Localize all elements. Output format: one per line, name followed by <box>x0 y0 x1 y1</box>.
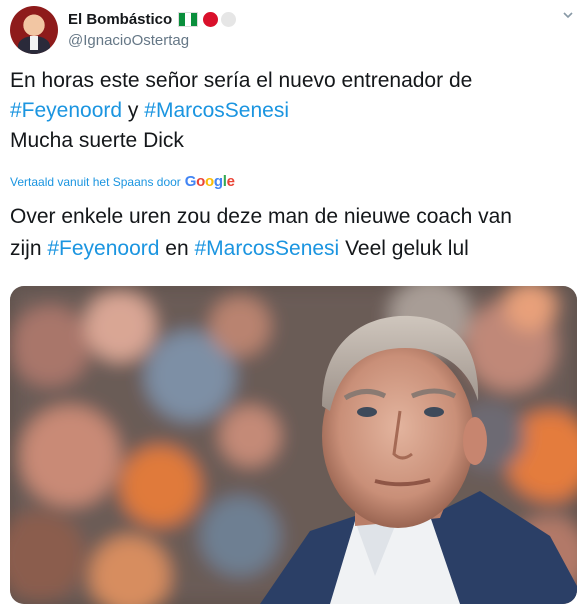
nigeria-flag-icon <box>178 11 199 27</box>
hashtag-link[interactable]: #Feyenoord <box>47 237 159 260</box>
translated-connector: en <box>165 237 189 260</box>
translated-line-1: Over enkele uren zou deze man de nieuwe … <box>10 205 512 228</box>
translated-suffix: Veel geluk lul <box>345 237 469 260</box>
flag-stripe-right <box>191 12 198 26</box>
chevron-down-icon[interactable] <box>563 10 573 20</box>
white-circle-icon <box>221 11 237 27</box>
translated-prefix: zijn <box>10 237 42 260</box>
translated-text: Over enkele uren zou deze man de nieuwe … <box>10 201 575 265</box>
google-logo: Google <box>184 173 235 190</box>
hashtag-link[interactable]: #Feyenoord <box>10 99 122 122</box>
translated-line-2: zijn #Feyenoord en #MarcosSenesi Veel ge… <box>10 233 575 265</box>
hashtag-link[interactable]: #MarcosSenesi <box>194 237 339 260</box>
tweet-connector: y <box>127 99 139 122</box>
tweet-line-1: En horas este señor sería el nuevo entre… <box>10 69 473 92</box>
tweet-line-3: Mucha suerte Dick <box>10 129 184 152</box>
translated-by-label: Vertaald vanuit het Spaans door <box>10 174 181 189</box>
photo-illustration <box>10 286 577 604</box>
translated-by-notice[interactable]: Vertaald vanuit het Spaans door Google <box>10 173 235 190</box>
name-row: El Bombástico <box>68 9 237 29</box>
tweet-photo[interactable] <box>10 286 577 604</box>
avatar-shirt <box>30 36 38 50</box>
tweet-header: El Bombástico @IgnacioOstertag <box>68 9 237 49</box>
tweet-line-2: #Feyenoord y #MarcosSenesi <box>10 96 575 126</box>
author-name[interactable]: El Bombástico <box>68 11 172 28</box>
hashtag-link[interactable]: #MarcosSenesi <box>144 99 289 122</box>
avatar[interactable] <box>10 6 58 54</box>
author-handle[interactable]: @IgnacioOstertag <box>68 32 236 49</box>
red-circle-icon <box>203 11 219 27</box>
tweet-text: En horas este señor sería el nuevo entre… <box>10 66 575 156</box>
